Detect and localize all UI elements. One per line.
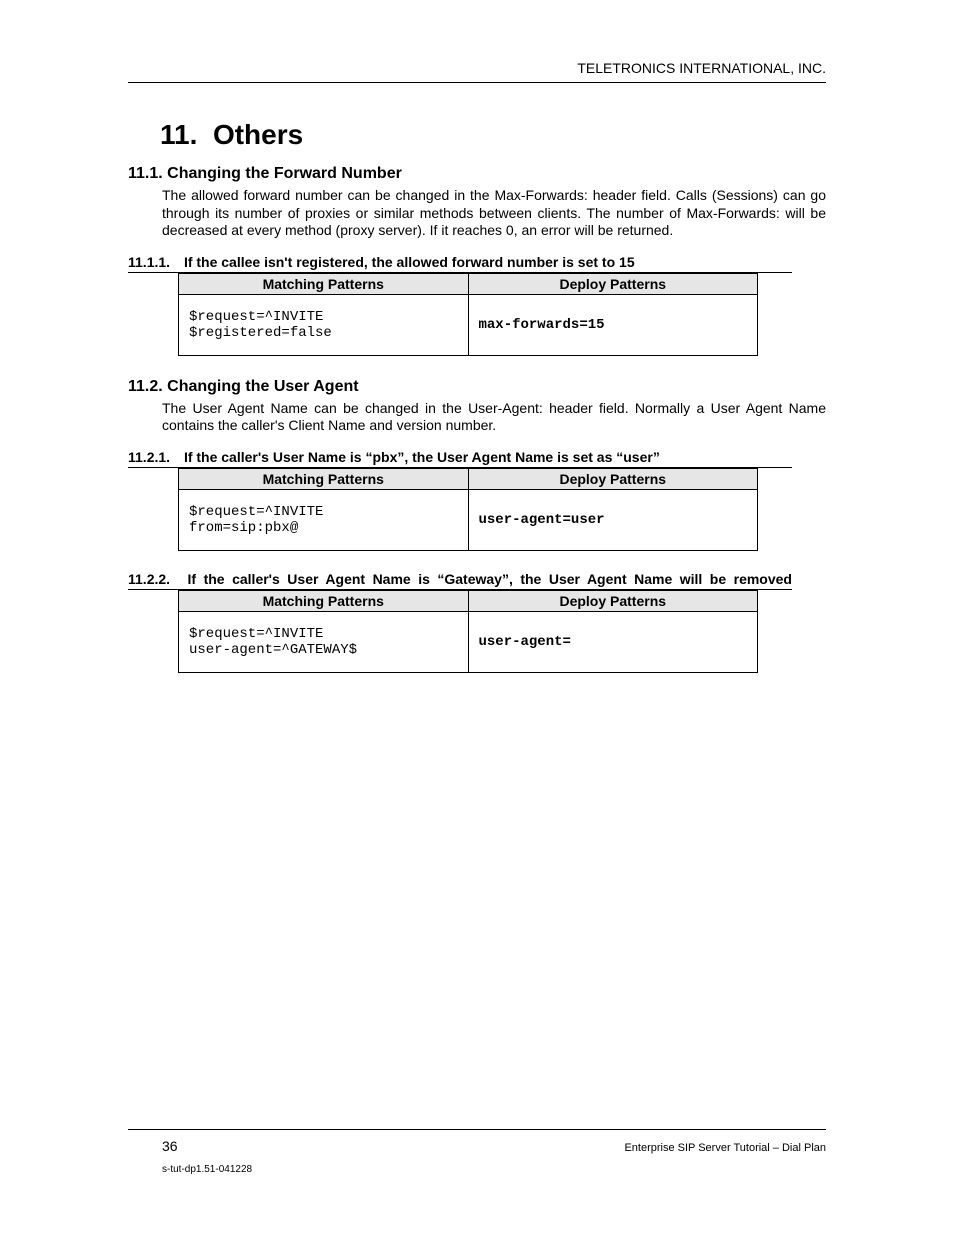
subsection-number: 11.2.1.: [128, 449, 170, 465]
section-body: The User Agent Name can be changed in th…: [162, 400, 826, 435]
col-deploy: Deploy Patterns: [468, 590, 758, 611]
subsection-title: 11.2.1. If the caller's User Name is “pb…: [128, 449, 792, 468]
pattern-table: Matching Patterns Deploy Patterns $reque…: [178, 590, 758, 673]
subsection-number: 11.2.2.: [128, 571, 170, 587]
footer-row: 36 Enterprise SIP Server Tutorial – Dial…: [128, 1138, 826, 1154]
subsection-number: 11.1.1.: [128, 254, 170, 270]
section-title: 11.1. Changing the Forward Number: [128, 165, 826, 183]
page-footer: 36 Enterprise SIP Server Tutorial – Dial…: [128, 1129, 826, 1175]
col-deploy: Deploy Patterns: [468, 468, 758, 489]
table-row: Matching Patterns Deploy Patterns: [179, 273, 758, 294]
matching-cell: $request=^INVITE $registered=false: [179, 294, 469, 355]
subsection-heading: If the caller's User Name is “pbx”, the …: [184, 449, 660, 465]
col-matching: Matching Patterns: [179, 273, 469, 294]
col-matching: Matching Patterns: [179, 590, 469, 611]
header-company: TELETRONICS INTERNATIONAL, INC.: [128, 60, 826, 83]
deploy-cell: max-forwards=15: [468, 294, 758, 355]
subsection-heading: If the caller's User Agent Name is “Gate…: [188, 571, 792, 587]
section-number: 11.2.: [128, 378, 163, 395]
section: 11.1. Changing the Forward Number The al…: [128, 165, 826, 356]
pattern-table: Matching Patterns Deploy Patterns $reque…: [178, 273, 758, 356]
pattern-table: Matching Patterns Deploy Patterns $reque…: [178, 468, 758, 551]
chapter-name: Others: [213, 119, 303, 150]
footer-page-number: 36: [128, 1138, 178, 1154]
section-heading: Changing the User Agent: [167, 378, 358, 395]
section: 11.2. Changing the User Agent The User A…: [128, 378, 826, 673]
col-deploy: Deploy Patterns: [468, 273, 758, 294]
subsection-title: 11.1.1. If the callee isn't registered, …: [128, 254, 792, 273]
section-body: The allowed forward number can be change…: [162, 187, 826, 240]
deploy-cell: user-agent=user: [468, 489, 758, 550]
matching-cell: $request=^INVITE user-agent=^GATEWAY$: [179, 611, 469, 672]
chapter-number: 11.: [160, 119, 197, 150]
page: TELETRONICS INTERNATIONAL, INC. 11. Othe…: [0, 0, 954, 1235]
section-title: 11.2. Changing the User Agent: [128, 378, 826, 396]
table-row: $request=^INVITE from=sip:pbx@ user-agen…: [179, 489, 758, 550]
table-row: Matching Patterns Deploy Patterns: [179, 468, 758, 489]
chapter-title: 11. Others: [160, 119, 826, 151]
table-row: Matching Patterns Deploy Patterns: [179, 590, 758, 611]
table-row: $request=^INVITE user-agent=^GATEWAY$ us…: [179, 611, 758, 672]
footer-doc-id: s-tut-dp1.51-041228: [128, 1164, 826, 1175]
deploy-cell: user-agent=: [468, 611, 758, 672]
matching-cell: $request=^INVITE from=sip:pbx@: [179, 489, 469, 550]
section-heading: Changing the Forward Number: [167, 165, 402, 182]
footer-doc-title: Enterprise SIP Server Tutorial – Dial Pl…: [624, 1142, 826, 1154]
col-matching: Matching Patterns: [179, 468, 469, 489]
table-row: $request=^INVITE $registered=false max-f…: [179, 294, 758, 355]
section-number: 11.1.: [128, 165, 163, 182]
subsection-title: 11.2.2. If the caller's User Agent Name …: [128, 571, 792, 590]
subsection-heading: If the callee isn't registered, the allo…: [184, 254, 635, 270]
